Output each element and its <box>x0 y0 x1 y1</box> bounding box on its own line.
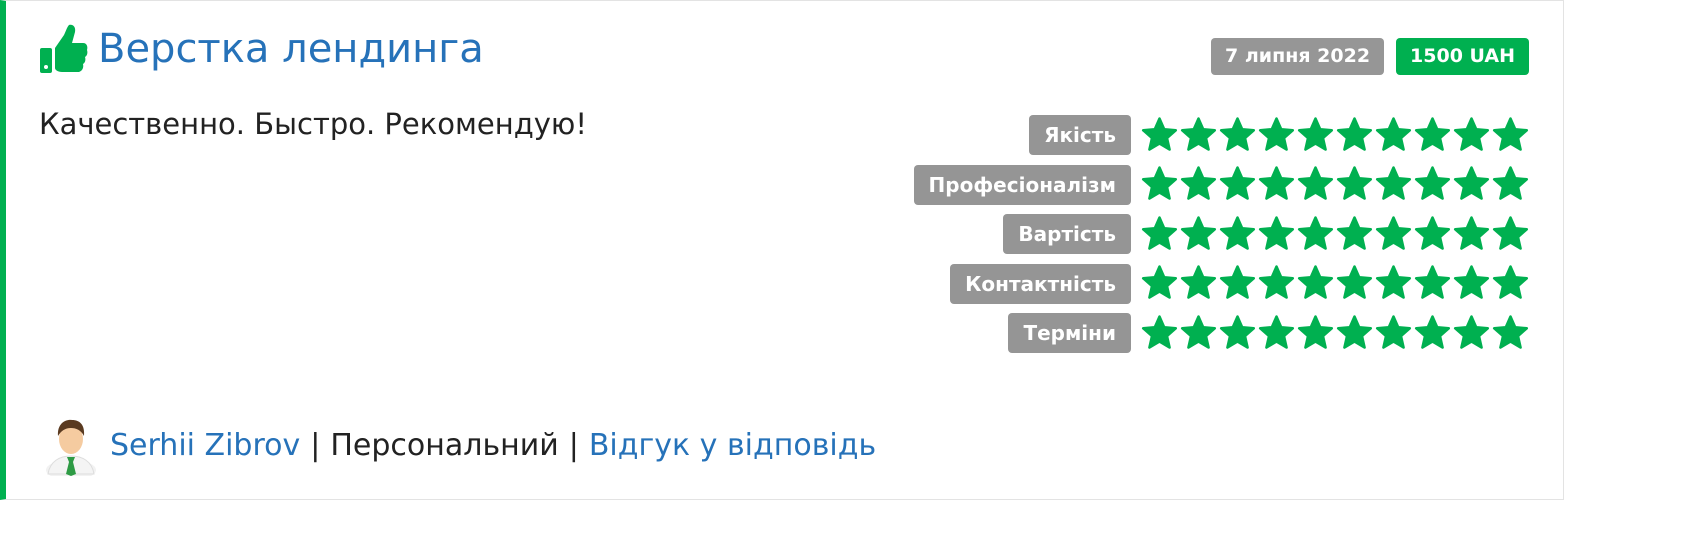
star-icon <box>1414 314 1451 349</box>
star-icon <box>1141 314 1178 349</box>
star-icon <box>1258 215 1295 250</box>
rating-row: Терміни <box>914 313 1529 353</box>
star-icon <box>1375 116 1412 151</box>
star-icon <box>1336 215 1373 250</box>
rating-stars <box>1141 265 1529 302</box>
star-icon <box>1375 314 1412 349</box>
star-icon <box>1258 116 1295 151</box>
star-icon <box>1180 265 1217 299</box>
star-icon <box>1180 314 1217 349</box>
star-icon <box>1219 314 1256 349</box>
star-icon <box>1453 215 1490 250</box>
star-icon <box>1453 166 1490 200</box>
ratings-panel: Якість Професіоналізм Вартість Контактність… <box>913 115 1529 363</box>
star-icon <box>1492 116 1529 151</box>
star-icon <box>1258 314 1295 349</box>
star-icon <box>1375 215 1412 250</box>
review-footer: Serhii Zibrov | Персональний | Відгук у … <box>44 414 876 476</box>
separator: | <box>310 427 321 463</box>
star-icon <box>1141 215 1178 250</box>
rating-stars <box>1141 166 1529 203</box>
rating-stars <box>1141 314 1529 352</box>
review-type: Персональний <box>330 427 559 463</box>
review-title-link[interactable]: Верстка лендинга <box>98 29 484 69</box>
star-icon <box>1297 166 1334 200</box>
rating-row: Вартість <box>914 214 1529 254</box>
separator: | <box>568 427 579 463</box>
badges: 7 липня 2022 1500 UAH <box>1211 38 1529 75</box>
rating-label: Контактність <box>950 263 1131 304</box>
star-icon <box>1453 314 1490 349</box>
star-icon <box>1375 166 1412 200</box>
star-icon <box>1297 116 1334 151</box>
review-card: Верстка лендинга 7 липня 2022 1500 UAH К… <box>0 0 1564 500</box>
star-icon <box>1492 314 1529 349</box>
star-icon <box>1219 215 1256 250</box>
star-icon <box>1219 265 1256 299</box>
reply-review-link[interactable]: Відгук у відповідь <box>589 428 876 463</box>
star-icon <box>1258 265 1295 299</box>
star-icon <box>1492 166 1529 200</box>
star-icon <box>1297 314 1334 349</box>
star-icon <box>1180 166 1217 200</box>
author-link[interactable]: Serhii Zibrov <box>110 428 300 463</box>
star-icon <box>1453 116 1490 151</box>
star-icon <box>1297 215 1334 250</box>
rating-row: Професіоналізм <box>913 164 1529 205</box>
price-badge: 1500 UAH <box>1396 38 1529 75</box>
rating-label: Якість <box>1029 115 1131 155</box>
star-icon <box>1141 116 1178 151</box>
star-icon <box>1492 215 1529 250</box>
star-icon <box>1336 265 1373 299</box>
rating-label: Вартість <box>1003 214 1131 254</box>
star-icon <box>1414 215 1451 250</box>
rating-stars <box>1141 215 1529 253</box>
star-icon <box>1258 166 1295 200</box>
star-icon <box>1336 166 1373 200</box>
thumbs-up-icon <box>40 24 88 73</box>
star-icon <box>1219 166 1256 200</box>
star-icon <box>1219 116 1256 151</box>
rating-stars <box>1141 116 1529 154</box>
review-comment: Качественно. Быстро. Рекомендую! <box>39 107 587 141</box>
date-badge: 7 липня 2022 <box>1211 38 1385 75</box>
star-icon <box>1336 116 1373 151</box>
star-icon <box>1141 166 1178 200</box>
rating-row: Контактність <box>914 263 1529 304</box>
star-icon <box>1180 116 1217 151</box>
star-icon <box>1414 116 1451 151</box>
star-icon <box>1336 314 1373 349</box>
star-icon <box>1414 166 1451 200</box>
star-icon <box>1180 215 1217 250</box>
star-icon <box>1453 265 1490 299</box>
rating-row: Якість <box>914 115 1529 155</box>
star-icon <box>1141 265 1178 299</box>
star-icon <box>1492 265 1529 299</box>
rating-label: Професіоналізм <box>913 164 1131 205</box>
rating-label: Терміни <box>1008 313 1131 353</box>
star-icon <box>1375 265 1412 299</box>
star-icon <box>1414 265 1451 299</box>
review-header: Верстка лендинга <box>38 23 484 75</box>
user-avatar-icon <box>46 419 96 476</box>
star-icon <box>1297 265 1334 299</box>
